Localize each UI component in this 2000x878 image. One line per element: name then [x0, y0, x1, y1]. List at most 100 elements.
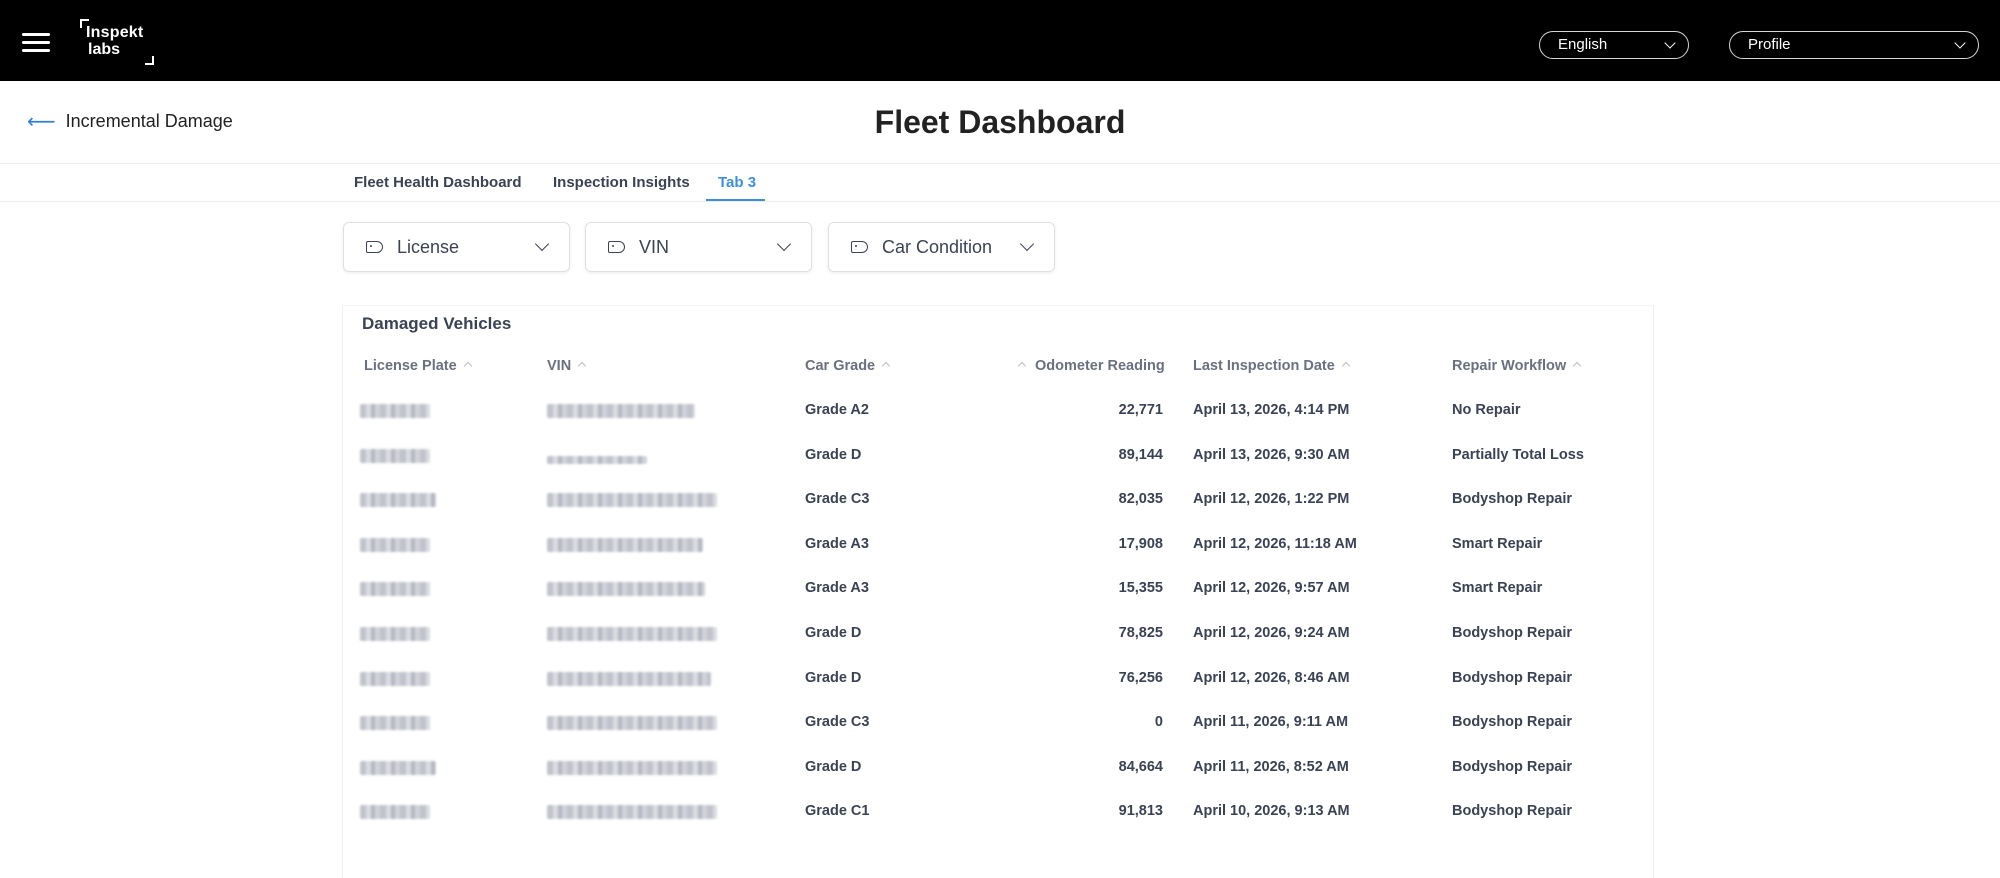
chevron-down-icon [534, 236, 550, 252]
inspection-date-cell: April 13, 2026, 4:14 PM [1193, 402, 1350, 418]
sort-asc-icon[interactable] [1341, 361, 1351, 371]
logo[interactable]: Inspekt labs [80, 19, 154, 65]
page-title: Fleet Dashboard [874, 104, 1126, 140]
inspection-date-cell: April 12, 2026, 11:18 AM [1193, 535, 1357, 552]
vin-redacted [547, 627, 717, 641]
repair-workflow-cell: Bodyshop Repair [1452, 669, 1573, 686]
car-grade-cell: Grade C1 [805, 803, 870, 820]
car-grade-cell: Grade C3 [805, 491, 870, 508]
sort-asc-icon[interactable] [881, 361, 891, 371]
repair-workflow-cell: Smart Repair [1452, 580, 1543, 597]
repair-workflow-cell: Bodyshop Repair [1452, 758, 1573, 775]
column-header-repair-workflow[interactable]: Repair Workflow [1452, 358, 1582, 374]
sort-asc-icon[interactable] [1572, 361, 1582, 371]
sort-asc-icon[interactable] [463, 361, 472, 371]
odometer-cell: 82,035 [1118, 491, 1163, 508]
tab-fleet-health-dashboard[interactable]: Fleet Health Dashboard [354, 174, 522, 191]
repair-workflow-cell: Bodyshop Repair [1452, 803, 1573, 820]
vin-redacted [547, 537, 703, 552]
car-grade-cell: Grade D [805, 669, 862, 686]
inspection-date-cell: April 13, 2026, 9:30 AM [1193, 446, 1350, 463]
chevron-down-icon [1019, 236, 1035, 252]
tag-icon [366, 241, 383, 253]
odometer-cell: 15,355 [1118, 580, 1163, 597]
repair-workflow-cell: Partially Total Loss [1452, 446, 1584, 463]
divider [0, 201, 2000, 202]
odometer-cell: 78,825 [1118, 625, 1163, 641]
vin-filter[interactable]: VIN [585, 222, 812, 272]
sort-asc-icon[interactable] [577, 361, 587, 371]
inspection-date-cell: April 12, 2026, 9:24 AM [1193, 625, 1350, 641]
logo-text-line1: Inspekt [86, 24, 144, 41]
car-grade-cell: Grade C3 [805, 714, 870, 731]
vin-redacted [547, 805, 717, 820]
column-header-last-inspection[interactable]: Last Inspection Date [1193, 358, 1351, 374]
license-plate-redacted [360, 760, 436, 775]
column-header-odometer[interactable]: Odometer Reading [1017, 358, 1165, 374]
profile-value: Profile [1748, 36, 1791, 53]
car-grade-cell: Grade A3 [805, 535, 869, 552]
car-grade-cell: Grade D [805, 758, 862, 775]
vin-redacted [547, 716, 717, 731]
tag-icon [608, 241, 625, 253]
tag-icon [851, 241, 868, 253]
tab-inspection-insights[interactable]: Inspection Insights [553, 174, 690, 191]
logo-text-line2: labs [88, 41, 121, 58]
license-plate-redacted [360, 404, 430, 418]
tab-3[interactable]: Tab 3 [718, 174, 756, 191]
odometer-cell: 91,813 [1118, 803, 1163, 820]
divider [0, 163, 2000, 164]
language-select[interactable]: English [1539, 31, 1689, 59]
inspection-date-cell: April 11, 2026, 8:52 AM [1193, 758, 1349, 775]
inspection-date-cell: April 10, 2026, 9:13 AM [1193, 803, 1350, 820]
license-plate-redacted [360, 805, 430, 820]
car-grade-cell: Grade A2 [805, 402, 869, 418]
license-plate-redacted [360, 448, 430, 463]
car-grade-cell: Grade D [805, 446, 862, 463]
odometer-cell: 76,256 [1118, 669, 1163, 686]
vin-redacted [547, 760, 717, 775]
chevron-down-icon [776, 236, 792, 252]
license-plate-redacted [360, 627, 430, 641]
license-plate-redacted [360, 582, 430, 597]
odometer-cell: 17,908 [1118, 535, 1163, 552]
menu-icon[interactable] [22, 33, 50, 53]
license-filter[interactable]: License [343, 222, 570, 272]
license-filter-label: License [397, 236, 460, 257]
car-condition-filter[interactable]: Car Condition [828, 222, 1055, 272]
odometer-cell: 0 [1154, 714, 1163, 731]
table-title: Damaged Vehicles [362, 314, 512, 333]
inspection-date-cell: April 12, 2026, 1:22 PM [1193, 491, 1350, 508]
vin-redacted [547, 582, 705, 597]
vin-redacted [547, 493, 717, 508]
inspection-date-cell: April 12, 2026, 9:57 AM [1193, 580, 1350, 597]
car-condition-filter-label: Car Condition [882, 236, 993, 257]
column-header-license-plate[interactable]: License Plate [364, 358, 472, 374]
sort-asc-icon[interactable] [1017, 361, 1027, 371]
column-header-vin[interactable]: VIN [547, 358, 587, 374]
chevron-down-icon [1664, 37, 1676, 49]
profile-select[interactable]: Profile [1729, 31, 1979, 59]
repair-workflow-cell: No Repair [1452, 402, 1521, 418]
car-grade-cell: Grade D [805, 625, 862, 641]
language-value: English [1558, 36, 1608, 53]
vin-filter-label: VIN [639, 236, 670, 257]
odometer-cell: 89,144 [1118, 446, 1163, 463]
repair-workflow-cell: Bodyshop Repair [1452, 491, 1573, 508]
top-bar: Inspekt labs English Profile [0, 0, 2000, 81]
odometer-cell: 84,664 [1118, 758, 1163, 775]
vin-redacted [547, 671, 711, 686]
license-plate-redacted [360, 671, 430, 686]
license-plate-redacted [360, 537, 430, 552]
vin-redacted [547, 404, 695, 418]
inspection-date-cell: April 11, 2026, 9:11 AM [1193, 714, 1349, 731]
car-grade-cell: Grade A3 [805, 580, 869, 597]
repair-workflow-cell: Bodyshop Repair [1452, 625, 1573, 641]
inspection-date-cell: April 12, 2026, 8:46 AM [1193, 669, 1350, 686]
chevron-down-icon [1954, 37, 1966, 49]
repair-workflow-cell: Smart Repair [1452, 535, 1543, 552]
vin-redacted [547, 455, 647, 464]
odometer-cell: 22,771 [1118, 402, 1163, 418]
repair-workflow-cell: Bodyshop Repair [1452, 714, 1573, 731]
column-header-car-grade[interactable]: Car Grade [805, 358, 891, 374]
